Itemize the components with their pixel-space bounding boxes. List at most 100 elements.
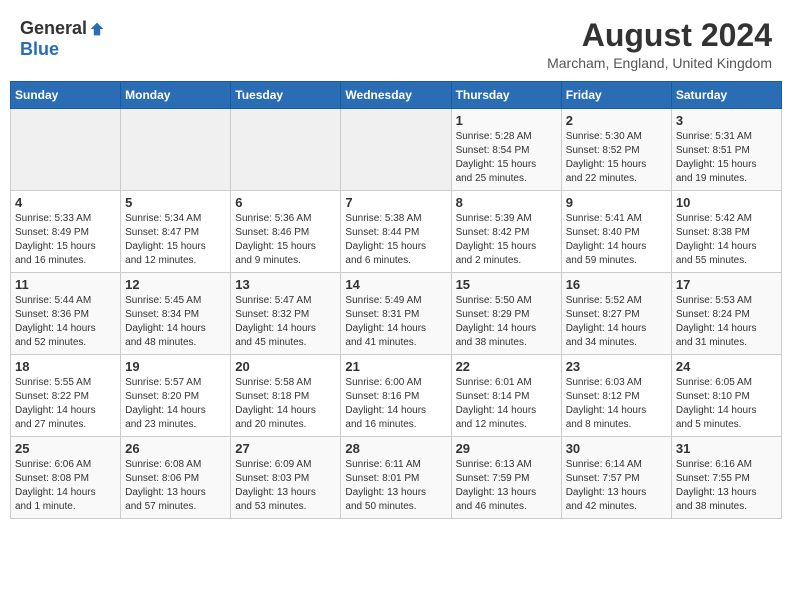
calendar-cell: 29Sunrise: 6:13 AM Sunset: 7:59 PM Dayli… [451,437,561,519]
day-info: Sunrise: 5:49 AM Sunset: 8:31 PM Dayligh… [345,294,446,350]
day-info: Sunrise: 5:44 AM Sunset: 8:36 PM Dayligh… [15,294,116,350]
day-info: Sunrise: 5:36 AM Sunset: 8:46 PM Dayligh… [235,212,336,268]
day-number: 5 [125,195,226,210]
header-day-saturday: Saturday [671,82,781,109]
day-number: 3 [676,113,777,128]
logo-general: General [20,18,87,39]
calendar-cell: 14 Sunrise: 5:49 AM Sunset: 8:31 PM Dayli… [341,273,451,355]
calendar-week-4: 18 Sunrise: 5:55 AM Sunset: 8:22 PM Dayli… [11,355,782,437]
day-number: 7 [345,195,446,210]
calendar-cell: 21 Sunrise: 6:00 AM Sunset: 8:16 PM Dayli… [341,355,451,437]
header-day-wednesday: Wednesday [341,82,451,109]
header-day-sunday: Sunday [11,82,121,109]
calendar-cell: 18 Sunrise: 5:55 AM Sunset: 8:22 PM Dayli… [11,355,121,437]
day-info: Sunrise: 6:05 AM Sunset: 8:10 PM Dayligh… [676,376,777,432]
calendar-body: 1 Sunrise: 5:28 AM Sunset: 8:54 PM Daylig… [11,109,782,519]
calendar-cell: 17Sunrise: 5:53 AM Sunset: 8:24 PM Dayli… [671,273,781,355]
day-number: 20 [235,359,336,374]
calendar-cell [11,109,121,191]
calendar-cell: 3 Sunrise: 5:31 AM Sunset: 8:51 PM Daylig… [671,109,781,191]
calendar-cell: 10Sunrise: 5:42 AM Sunset: 8:38 PM Dayli… [671,191,781,273]
day-number: 30 [566,441,667,456]
calendar-cell: 8 Sunrise: 5:39 AM Sunset: 8:42 PM Daylig… [451,191,561,273]
day-number: 1 [456,113,557,128]
calendar-week-2: 4Sunrise: 5:33 AM Sunset: 8:49 PM Daylig… [11,191,782,273]
day-info: Sunrise: 6:14 AM Sunset: 7:57 PM Dayligh… [566,458,667,514]
day-number: 2 [566,113,667,128]
calendar-cell: 11 Sunrise: 5:44 AM Sunset: 8:36 PM Dayli… [11,273,121,355]
day-number: 8 [456,195,557,210]
day-number: 24 [676,359,777,374]
calendar-cell: 12 Sunrise: 5:45 AM Sunset: 8:34 PM Dayli… [121,273,231,355]
calendar-cell [121,109,231,191]
calendar-cell: 9Sunrise: 5:41 AM Sunset: 8:40 PM Daylig… [561,191,671,273]
day-number: 6 [235,195,336,210]
day-info: Sunrise: 5:39 AM Sunset: 8:42 PM Dayligh… [456,212,557,268]
day-info: Sunrise: 6:11 AM Sunset: 8:01 PM Dayligh… [345,458,446,514]
day-info: Sunrise: 5:52 AM Sunset: 8:27 PM Dayligh… [566,294,667,350]
calendar-cell: 6 Sunrise: 5:36 AM Sunset: 8:46 PM Daylig… [231,191,341,273]
day-info: Sunrise: 6:00 AM Sunset: 8:16 PM Dayligh… [345,376,446,432]
calendar-table: SundayMondayTuesdayWednesdayThursdayFrid… [10,81,782,519]
logo: General Blue [20,18,105,60]
day-number: 28 [345,441,446,456]
header-day-tuesday: Tuesday [231,82,341,109]
day-info: Sunrise: 5:42 AM Sunset: 8:38 PM Dayligh… [676,212,777,268]
calendar-cell: 26 Sunrise: 6:08 AM Sunset: 8:06 PM Dayli… [121,437,231,519]
header-day-thursday: Thursday [451,82,561,109]
day-number: 26 [125,441,226,456]
calendar-cell: 5 Sunrise: 5:34 AM Sunset: 8:47 PM Daylig… [121,191,231,273]
day-number: 23 [566,359,667,374]
day-info: Sunrise: 6:01 AM Sunset: 8:14 PM Dayligh… [456,376,557,432]
location: Marcham, England, United Kingdom [547,55,772,71]
logo-blue: Blue [20,39,59,60]
calendar-cell: 20 Sunrise: 5:58 AM Sunset: 8:18 PM Dayli… [231,355,341,437]
calendar-week-5: 25 Sunrise: 6:06 AM Sunset: 8:08 PM Dayli… [11,437,782,519]
day-info: Sunrise: 5:57 AM Sunset: 8:20 PM Dayligh… [125,376,226,432]
calendar-cell: 31 Sunrise: 6:16 AM Sunset: 7:55 PM Dayli… [671,437,781,519]
calendar-cell: 2Sunrise: 5:30 AM Sunset: 8:52 PM Daylig… [561,109,671,191]
day-info: Sunrise: 6:08 AM Sunset: 8:06 PM Dayligh… [125,458,226,514]
calendar-cell: 30 Sunrise: 6:14 AM Sunset: 7:57 PM Dayli… [561,437,671,519]
day-number: 18 [15,359,116,374]
calendar-cell: 1 Sunrise: 5:28 AM Sunset: 8:54 PM Daylig… [451,109,561,191]
month-year: August 2024 [547,18,772,53]
day-info: Sunrise: 6:03 AM Sunset: 8:12 PM Dayligh… [566,376,667,432]
day-number: 11 [15,277,116,292]
day-info: Sunrise: 5:34 AM Sunset: 8:47 PM Dayligh… [125,212,226,268]
day-number: 14 [345,277,446,292]
day-info: Sunrise: 6:16 AM Sunset: 7:55 PM Dayligh… [676,458,777,514]
day-info: Sunrise: 6:13 AM Sunset: 7:59 PM Dayligh… [456,458,557,514]
day-info: Sunrise: 5:31 AM Sunset: 8:51 PM Dayligh… [676,130,777,186]
header-day-monday: Monday [121,82,231,109]
day-number: 25 [15,441,116,456]
day-info: Sunrise: 5:45 AM Sunset: 8:34 PM Dayligh… [125,294,226,350]
day-number: 21 [345,359,446,374]
day-info: Sunrise: 5:50 AM Sunset: 8:29 PM Dayligh… [456,294,557,350]
day-number: 12 [125,277,226,292]
calendar-cell: 4Sunrise: 5:33 AM Sunset: 8:49 PM Daylig… [11,191,121,273]
calendar-cell [231,109,341,191]
day-info: Sunrise: 5:28 AM Sunset: 8:54 PM Dayligh… [456,130,557,186]
day-number: 15 [456,277,557,292]
day-info: Sunrise: 6:09 AM Sunset: 8:03 PM Dayligh… [235,458,336,514]
calendar-cell: 13 Sunrise: 5:47 AM Sunset: 8:32 PM Dayli… [231,273,341,355]
calendar-cell: 15 Sunrise: 5:50 AM Sunset: 8:29 PM Dayli… [451,273,561,355]
day-info: Sunrise: 5:47 AM Sunset: 8:32 PM Dayligh… [235,294,336,350]
day-number: 31 [676,441,777,456]
calendar-cell: 23 Sunrise: 6:03 AM Sunset: 8:12 PM Dayli… [561,355,671,437]
day-info: Sunrise: 5:55 AM Sunset: 8:22 PM Dayligh… [15,376,116,432]
calendar-week-3: 11 Sunrise: 5:44 AM Sunset: 8:36 PM Dayli… [11,273,782,355]
day-number: 27 [235,441,336,456]
calendar-cell: 16Sunrise: 5:52 AM Sunset: 8:27 PM Dayli… [561,273,671,355]
calendar-cell: 28 Sunrise: 6:11 AM Sunset: 8:01 PM Dayli… [341,437,451,519]
day-info: Sunrise: 5:58 AM Sunset: 8:18 PM Dayligh… [235,376,336,432]
header-day-friday: Friday [561,82,671,109]
page-header: General Blue August 2024 Marcham, Englan… [10,10,782,75]
calendar-week-1: 1 Sunrise: 5:28 AM Sunset: 8:54 PM Daylig… [11,109,782,191]
day-number: 13 [235,277,336,292]
day-info: Sunrise: 6:06 AM Sunset: 8:08 PM Dayligh… [15,458,116,514]
calendar-cell: 24 Sunrise: 6:05 AM Sunset: 8:10 PM Dayli… [671,355,781,437]
day-number: 22 [456,359,557,374]
day-info: Sunrise: 5:41 AM Sunset: 8:40 PM Dayligh… [566,212,667,268]
